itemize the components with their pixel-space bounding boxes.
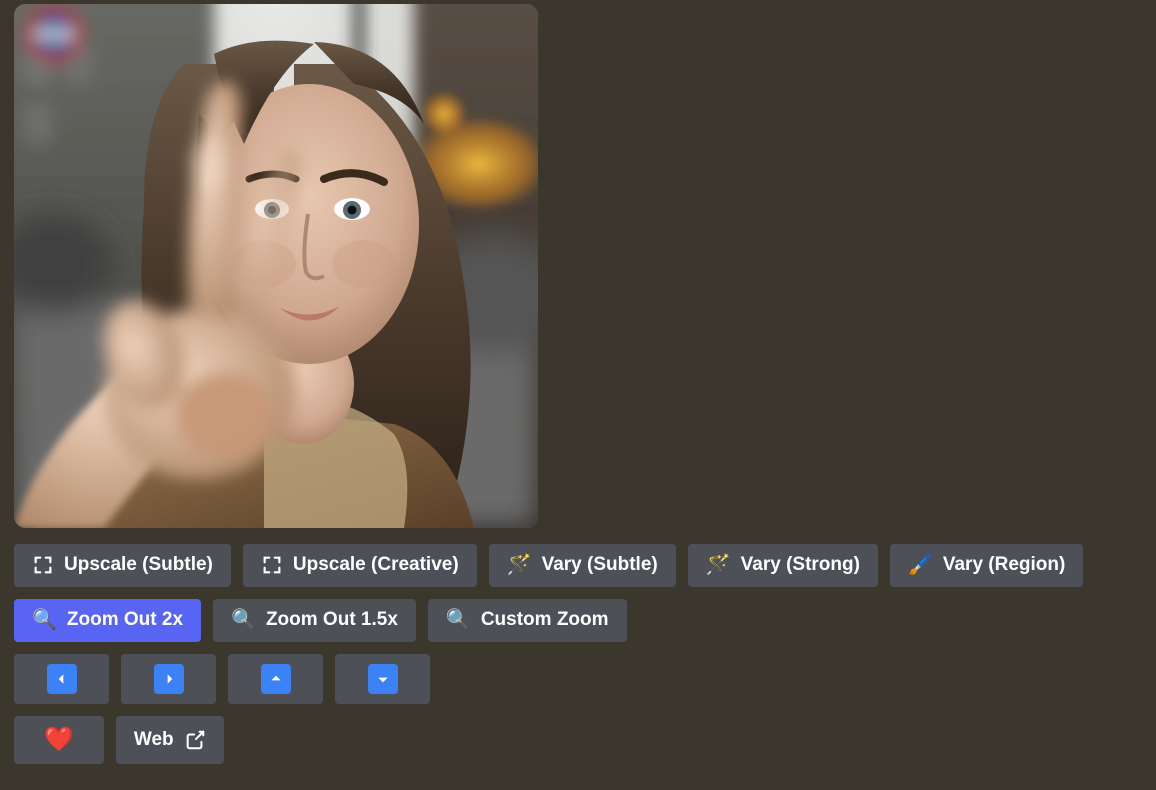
magnifier-icon: 🔍 [32,610,57,630]
button-label: Upscale (Subtle) [64,554,213,577]
button-label: Zoom Out 1.5x [266,609,398,632]
generated-image-preview[interactable] [14,4,538,528]
button-label: Upscale (Creative) [293,554,459,577]
arrow-down-icon [368,664,398,694]
upscale-creative-button[interactable]: Upscale (Creative) [243,544,477,587]
button-label: Web [134,729,174,752]
button-label: Vary (Strong) [741,554,860,577]
pan-down-button[interactable] [335,654,430,704]
wand-icon: 🪄 [507,555,532,575]
vary-region-button[interactable]: 🖌️ Vary (Region) [890,544,1083,587]
arrow-right-icon [154,664,184,694]
heart-icon: ❤️ [44,726,74,755]
button-label: Vary (Subtle) [542,554,658,577]
upscale-subtle-button[interactable]: Upscale (Subtle) [14,544,231,587]
pan-right-button[interactable] [121,654,216,704]
favorite-button[interactable]: ❤️ [14,716,104,765]
button-label: Vary (Region) [943,554,1065,577]
magnifier-icon: 🔍 [446,610,471,630]
expand-icon [32,554,54,576]
vary-subtle-button[interactable]: 🪄 Vary (Subtle) [489,544,676,587]
external-link-icon [184,729,206,751]
button-label: Zoom Out 2x [67,609,183,632]
action-row-1: Upscale (Subtle) Upscale (Creative) 🪄 Va… [14,544,1142,587]
magnifier-icon: 🔍 [231,610,256,630]
pan-left-button[interactable] [14,654,109,704]
brush-icon: 🖌️ [908,555,933,575]
arrow-up-icon [261,664,291,694]
custom-zoom-button[interactable]: 🔍 Custom Zoom [428,599,627,642]
open-web-button[interactable]: Web [116,716,224,765]
action-row-pan [14,654,1142,704]
expand-icon [261,554,283,576]
arrow-left-icon [47,664,77,694]
zoom-out-2x-button[interactable]: 🔍 Zoom Out 2x [14,599,201,642]
vary-strong-button[interactable]: 🪄 Vary (Strong) [688,544,878,587]
action-row-4: ❤️ Web [14,716,1142,765]
zoom-out-1-5x-button[interactable]: 🔍 Zoom Out 1.5x [213,599,416,642]
pan-up-button[interactable] [228,654,323,704]
wand-icon: 🪄 [706,555,731,575]
button-label: Custom Zoom [481,609,609,632]
action-row-2: 🔍 Zoom Out 2x 🔍 Zoom Out 1.5x 🔍 Custom Z… [14,599,1142,642]
